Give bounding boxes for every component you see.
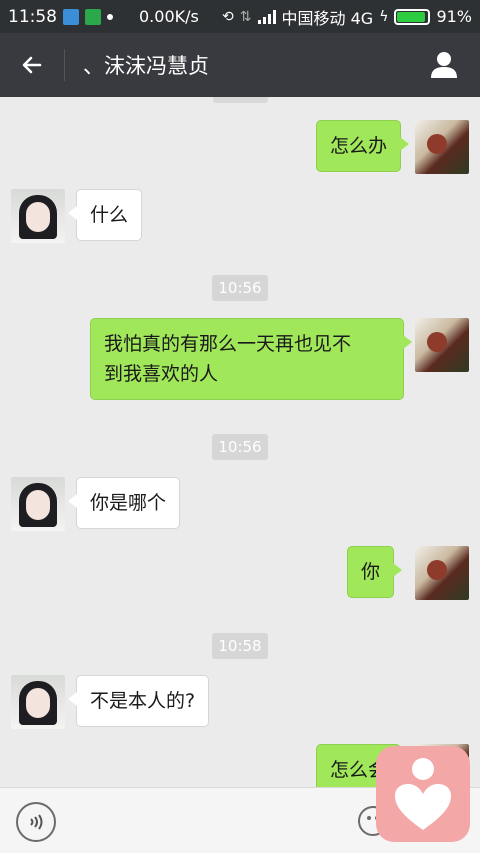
timestamp: 10:56 bbox=[212, 275, 268, 301]
message-line: 我怕真的有那么一天再也见不 bbox=[104, 333, 352, 355]
message-bubble-sent[interactable]: 怎么办 bbox=[316, 120, 410, 172]
message-bubble-received[interactable]: 什么 bbox=[67, 189, 143, 241]
back-button[interactable] bbox=[0, 33, 64, 97]
battery-percent: 91% bbox=[436, 7, 472, 26]
heart-icon bbox=[395, 784, 451, 830]
message-line: 到我喜欢的人 bbox=[104, 363, 219, 385]
dot-icon bbox=[107, 13, 113, 20]
status-bar: 11:58 0.00K/s ⟲ ⇅ 中国移动 4G ϟ 91% bbox=[0, 0, 480, 33]
message-bubble-received[interactable]: 你是哪个 bbox=[67, 477, 181, 529]
profile-button[interactable] bbox=[416, 33, 472, 97]
message-bubble-sent[interactable]: 你 bbox=[347, 546, 403, 598]
message-bubble-received[interactable]: 不是本人的? bbox=[67, 675, 210, 727]
page-title: 、沫沫冯慧贞 bbox=[83, 54, 209, 78]
carrier: 中国移动 4G bbox=[281, 8, 374, 28]
my-avatar[interactable] bbox=[415, 120, 469, 174]
timestamp: 10:58 bbox=[212, 633, 268, 659]
header-divider bbox=[64, 49, 65, 81]
contact-avatar[interactable] bbox=[11, 477, 65, 531]
signal-icon bbox=[257, 9, 276, 24]
notification-app-icon bbox=[85, 8, 101, 25]
voice-input-button[interactable] bbox=[16, 802, 56, 842]
chat-header: 、沫沫冯慧贞 bbox=[0, 33, 480, 97]
timestamp-partial bbox=[213, 97, 268, 103]
contact-avatar[interactable] bbox=[11, 189, 65, 243]
floating-app-icon[interactable] bbox=[376, 746, 470, 842]
arrow-left-icon bbox=[22, 56, 42, 74]
network-speed: 0.00K/s bbox=[139, 7, 199, 26]
clock: 11:58 bbox=[8, 6, 57, 27]
data-transfer-icon: ⇅ bbox=[239, 8, 252, 25]
timestamp: 10:56 bbox=[212, 434, 268, 460]
person-icon bbox=[431, 52, 457, 78]
sync-off-icon: ⟲ bbox=[222, 8, 234, 25]
message-list[interactable]: 怎么办 什么 10:56 我怕真的有那么一天再也见不 到我喜欢的人 10:56 … bbox=[0, 97, 480, 787]
my-avatar[interactable] bbox=[415, 318, 469, 372]
battery-icon bbox=[394, 8, 431, 25]
charging-icon: ϟ bbox=[379, 8, 389, 25]
heart-dot-icon bbox=[412, 758, 434, 780]
message-bubble-sent[interactable]: 我怕真的有那么一天再也见不 到我喜欢的人 bbox=[90, 318, 412, 400]
baidu-icon bbox=[63, 8, 79, 25]
voice-icon bbox=[30, 814, 43, 830]
contact-avatar[interactable] bbox=[11, 675, 65, 729]
my-avatar[interactable] bbox=[415, 546, 469, 600]
